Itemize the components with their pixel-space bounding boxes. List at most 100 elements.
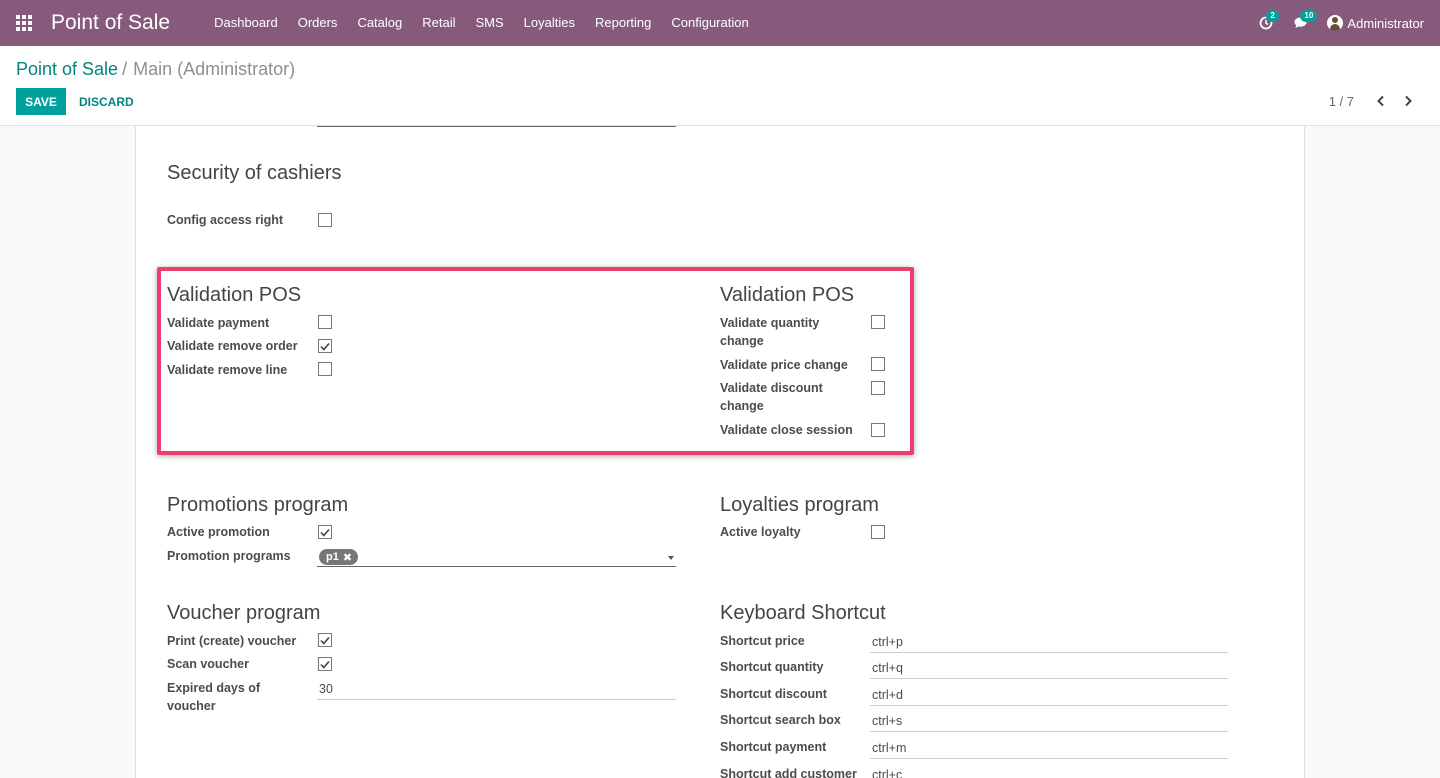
menu-loyalties[interactable]: Loyalties [514, 0, 585, 46]
config-access-right-checkbox[interactable] [318, 213, 332, 227]
activity-count-badge: 2 [1266, 10, 1279, 22]
scan-voucher-label: Scan voucher [167, 657, 249, 671]
main-menu: Dashboard Orders Catalog Retail SMS Loya… [204, 0, 759, 46]
chevron-right-icon [1405, 95, 1412, 107]
control-panel: Point of Sale / Main (Administrator) SAVE … [0, 46, 1440, 126]
previous-field-underline [317, 126, 676, 127]
checkmark-icon [320, 660, 330, 669]
validate-quantity-change-label: Validate quantity change [720, 314, 819, 350]
promotion-tag-label: p1 [326, 551, 339, 563]
user-menu[interactable]: Administrator [1327, 15, 1424, 31]
validate-close-session-checkbox[interactable] [871, 423, 885, 437]
config-access-right-label: Config access right [167, 213, 283, 227]
active-loyalty-label: Active loyalty [720, 525, 801, 539]
checkmark-icon [320, 636, 330, 645]
validate-payment-label: Validate payment [167, 316, 270, 330]
menu-reporting[interactable]: Reporting [585, 0, 661, 46]
validate-quantity-change-line2: change [720, 334, 764, 348]
breadcrumb-current: Main (Administrator) [133, 59, 296, 79]
expired-days-value[interactable]: 30 [319, 682, 333, 696]
validate-close-session-label: Validate close session [720, 423, 853, 437]
apps-grid-icon [16, 15, 32, 31]
avatar [1327, 15, 1344, 31]
validate-price-change-label: Validate price change [720, 358, 848, 372]
activity-button[interactable]: 2 [1251, 0, 1281, 46]
chevron-left-icon [1377, 95, 1384, 107]
user-name: Administrator [1347, 15, 1424, 31]
promotion-programs-label: Promotion programs [167, 549, 291, 563]
discard-button[interactable]: DISCARD [72, 88, 141, 115]
pager-next-button[interactable] [1399, 92, 1417, 110]
validation-right-title: Validation POS [720, 284, 855, 306]
shortcut-discount-field[interactable] [870, 705, 1228, 706]
checkmark-icon [320, 342, 330, 351]
validate-discount-change-label: Validate discount change [720, 379, 823, 415]
print-voucher-label: Print (create) voucher [167, 634, 297, 648]
menu-orders[interactable]: Orders [288, 0, 348, 46]
validate-quantity-change-line1: Validate quantity [720, 316, 820, 330]
shortcuts-section-title: Keyboard Shortcut [720, 602, 886, 624]
loyalties-section-title: Loyalties program [720, 494, 879, 516]
breadcrumb: Point of Sale / Main (Administrator) [16, 59, 295, 80]
expired-days-line1: Expired days of [167, 681, 261, 695]
dropdown-caret-icon[interactable] [668, 556, 674, 560]
shortcut-payment-label: Shortcut payment [720, 740, 827, 754]
expired-days-field[interactable] [317, 699, 676, 700]
expired-days-line2: voucher [167, 699, 216, 713]
shortcut-price-field[interactable] [870, 652, 1228, 653]
breadcrumb-separator: / [122, 59, 128, 79]
shortcut-quantity-label: Shortcut quantity [720, 660, 824, 674]
validate-discount-change-checkbox[interactable] [871, 381, 885, 395]
menu-sms[interactable]: SMS [466, 0, 514, 46]
messages-button[interactable]: 10 [1285, 0, 1318, 46]
shortcut-quantity-field[interactable] [870, 678, 1228, 679]
validate-remove-line-label: Validate remove line [167, 363, 288, 377]
validate-quantity-change-checkbox[interactable] [871, 315, 885, 329]
validate-discount-change-line1: Validate discount [720, 381, 823, 395]
menu-dashboard[interactable]: Dashboard [204, 0, 288, 46]
promotion-programs-field[interactable] [317, 566, 676, 567]
print-voucher-checkbox[interactable] [318, 633, 332, 647]
active-promotion-label: Active promotion [167, 525, 270, 539]
validate-remove-line-checkbox[interactable] [318, 362, 332, 376]
active-loyalty-checkbox[interactable] [871, 525, 885, 539]
shortcut-quantity-value[interactable]: ctrl+q [872, 661, 903, 675]
top-navbar: Point of Sale Dashboard Orders Catalog R… [0, 0, 1440, 46]
remove-tag-icon[interactable]: ✖ [343, 551, 352, 564]
promotion-tag[interactable]: p1 ✖ [319, 549, 359, 565]
checkmark-icon [320, 528, 330, 537]
apps-menu-button[interactable] [0, 0, 48, 46]
shortcut-search-box-field[interactable] [870, 731, 1228, 732]
validate-discount-change-line2: change [720, 399, 764, 413]
shortcut-search-box-value[interactable]: ctrl+s [872, 714, 902, 728]
form-sheet: Security of cashiers Config access right… [135, 126, 1305, 778]
shortcut-payment-field[interactable] [870, 758, 1228, 759]
app-brand[interactable]: Point of Sale [51, 11, 170, 35]
shortcut-payment-value[interactable]: ctrl+m [872, 741, 906, 755]
validate-remove-order-checkbox[interactable] [318, 339, 332, 353]
promotions-section-title: Promotions program [167, 494, 349, 516]
systray: 2 10 Administrator [1251, 0, 1440, 46]
shortcut-price-label: Shortcut price [720, 634, 805, 648]
shortcut-price-value[interactable]: ctrl+p [872, 635, 903, 649]
messages-count-badge: 10 [1300, 10, 1318, 22]
shortcut-search-box-label: Shortcut search box [720, 713, 841, 727]
active-promotion-checkbox[interactable] [318, 525, 332, 539]
shortcut-add-customer-value[interactable]: ctrl+c [872, 768, 902, 778]
validate-remove-order-label: Validate remove order [167, 339, 298, 353]
shortcut-discount-label: Shortcut discount [720, 687, 827, 701]
menu-retail[interactable]: Retail [412, 0, 465, 46]
menu-configuration[interactable]: Configuration [661, 0, 758, 46]
validate-payment-checkbox[interactable] [318, 315, 332, 329]
pager-previous-button[interactable] [1372, 92, 1390, 110]
menu-catalog[interactable]: Catalog [347, 0, 412, 46]
expired-days-label: Expired days of voucher [167, 679, 260, 715]
scan-voucher-checkbox[interactable] [318, 657, 332, 671]
shortcut-discount-value[interactable]: ctrl+d [872, 688, 903, 702]
breadcrumb-parent[interactable]: Point of Sale [16, 59, 118, 79]
save-button[interactable]: SAVE [16, 88, 66, 115]
pager-value[interactable]: 1 / 7 [1329, 94, 1354, 109]
validation-left-title: Validation POS [167, 284, 302, 306]
validate-price-change-checkbox[interactable] [871, 357, 885, 371]
security-section-title: Security of cashiers [167, 162, 342, 184]
